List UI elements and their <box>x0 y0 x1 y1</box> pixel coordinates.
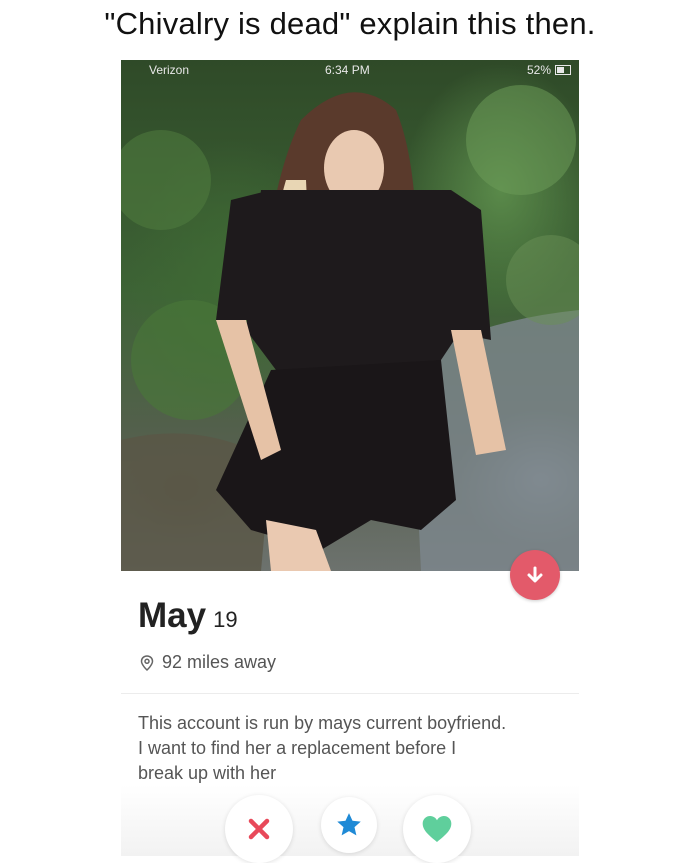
battery-percent: 52% <box>526 63 551 77</box>
star-icon <box>337 813 361 836</box>
profile-photo-subject <box>121 85 579 571</box>
bio-line: I want to find her a replacement before … <box>138 738 457 758</box>
battery-icon <box>555 65 571 75</box>
distance-row: 92 miles away <box>140 652 276 673</box>
super-like-button[interactable] <box>321 797 377 853</box>
arrow-down-icon <box>527 566 543 583</box>
heart-icon <box>422 816 452 842</box>
like-button[interactable] <box>403 795 471 863</box>
status-right: 52% <box>527 63 571 77</box>
profile-bio: This account is run by mays current boyf… <box>138 711 578 786</box>
profile-photo[interactable]: Verizon 6:34 PM 52% <box>121 60 579 571</box>
clock-label: 6:34 PM <box>325 63 370 77</box>
phone-status-bar: Verizon 6:34 PM 52% <box>121 60 579 80</box>
post-caption: "Chivalry is dead" explain this then. <box>104 6 596 41</box>
profile-header: May 19 <box>138 596 238 636</box>
profile-age: 19 <box>213 607 238 632</box>
close-icon <box>248 818 270 840</box>
nope-button[interactable] <box>225 795 293 863</box>
location-pin-icon <box>140 654 154 671</box>
distance-label: 92 miles away <box>162 652 277 672</box>
carrier-label: Verizon <box>149 63 190 77</box>
profile-info-button[interactable] <box>510 550 560 600</box>
bio-line: break up with her <box>138 763 277 783</box>
profile-name: May <box>138 596 207 635</box>
bio-line: This account is run by mays current boyf… <box>138 713 507 733</box>
section-divider <box>121 693 579 694</box>
swipe-action-bar <box>121 785 579 863</box>
